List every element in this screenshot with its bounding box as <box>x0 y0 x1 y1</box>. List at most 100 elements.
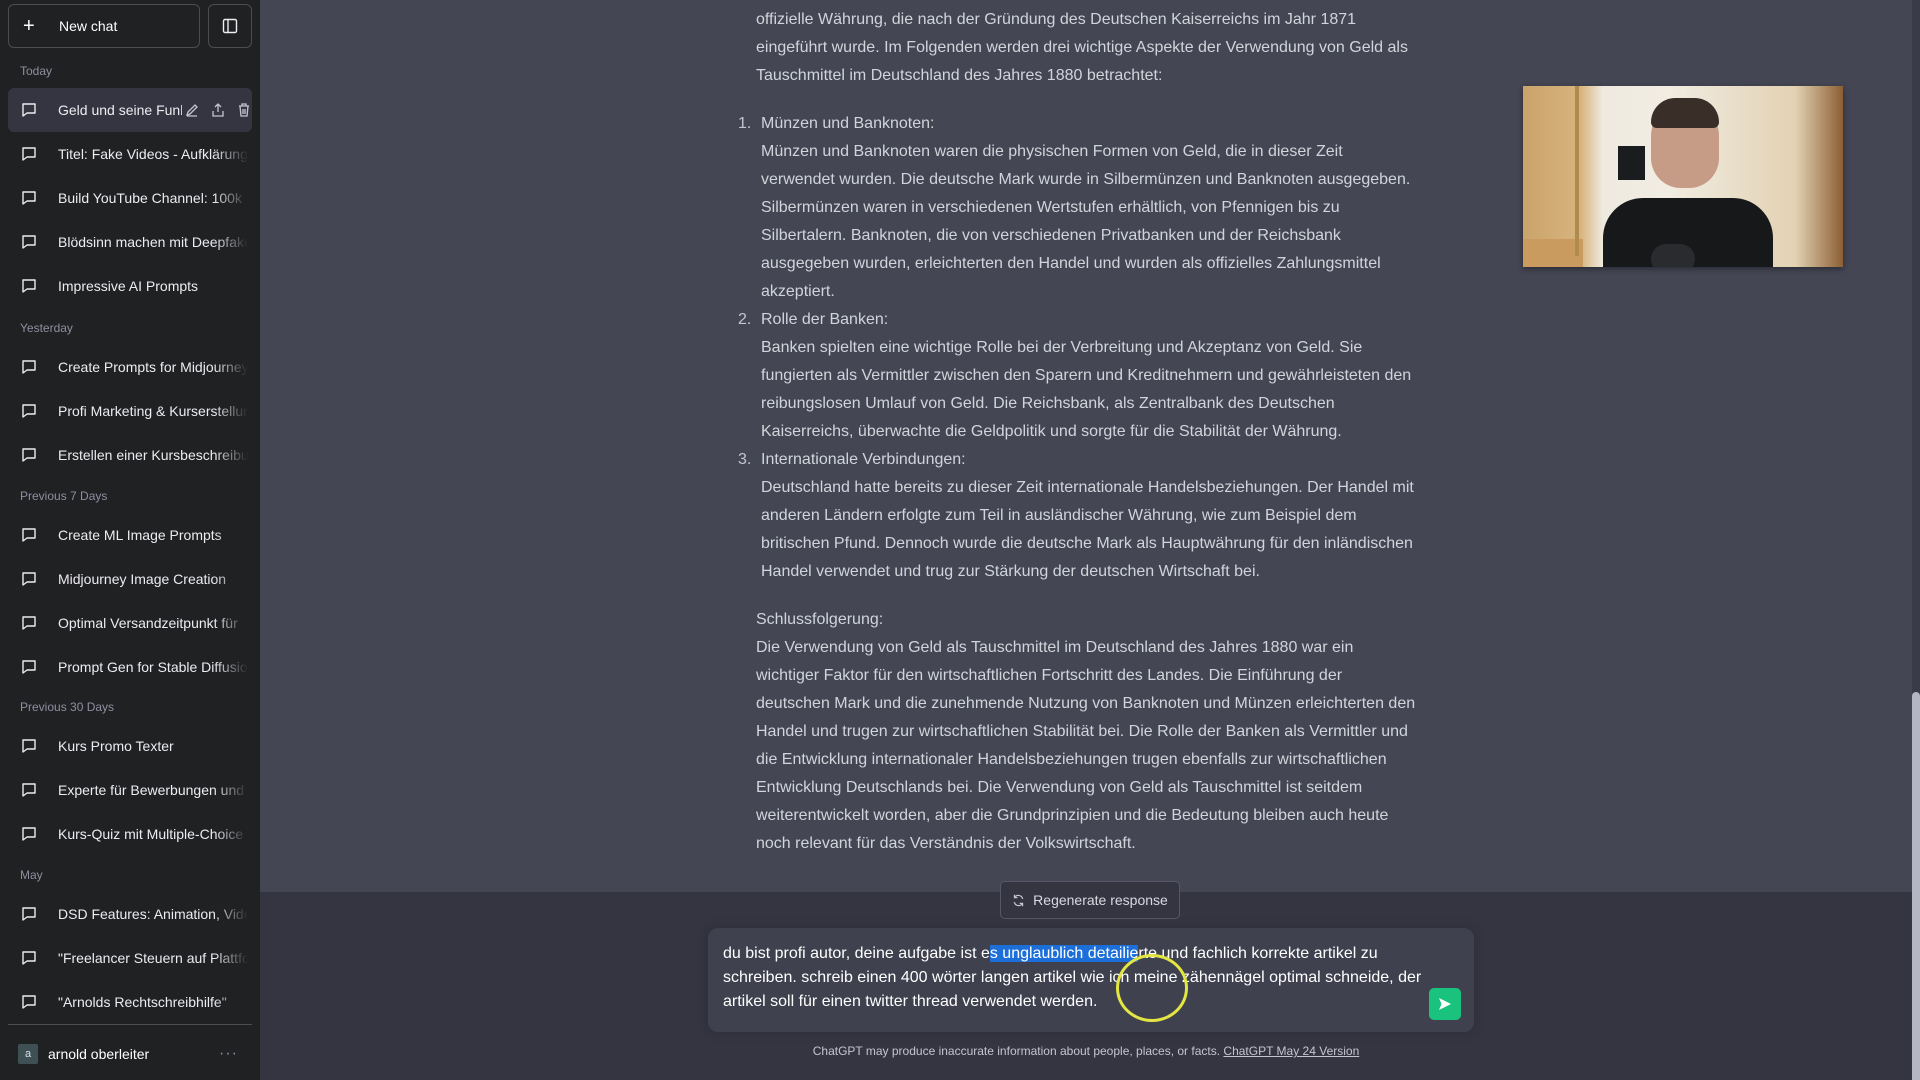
chat-title: Prompt Gen for Stable Diffusion <box>58 659 248 675</box>
list-item: 1. Münzen und Banknoten: Münzen und Bank… <box>738 110 1416 306</box>
chat-bubble-icon <box>20 402 38 420</box>
chat-bubble-icon <box>20 101 38 119</box>
sidebar-divider <box>8 1024 252 1025</box>
chat-history-item[interactable]: Build YouTube Channel: 100k <box>8 176 252 220</box>
sidebar-toggle-icon <box>222 18 238 34</box>
chat-title: Optimal Versandzeitpunkt für <box>58 615 238 631</box>
conclusion-heading: Schlussfolgerung: <box>756 611 884 628</box>
list-item: 2. Rolle der Banken: Banken spielten ein… <box>738 306 1416 446</box>
section-label: Previous 30 Days <box>20 700 115 714</box>
conclusion-text: Die Verwendung von Geld als Tauschmittel… <box>756 639 1416 852</box>
chat-history-item[interactable]: Experte für Bewerbungen und <box>8 768 252 812</box>
chat-bubble-icon <box>20 358 38 376</box>
list-number: 3. <box>738 451 752 468</box>
footer-disclaimer: ChatGPT may produce inaccurate informati… <box>260 1044 1912 1058</box>
chat-bubble-icon <box>20 658 38 676</box>
send-icon <box>1439 998 1451 1010</box>
message-input-text[interactable]: du bist profi autor, deine aufgabe ist e… <box>723 942 1423 1014</box>
chat-title: Geld und seine Funktion <box>58 102 182 118</box>
assistant-message: offizielle Währung, die nach der Gründun… <box>738 6 1416 858</box>
chat-bubble-icon <box>20 737 38 755</box>
avatar: a <box>18 1044 38 1064</box>
more-options-icon[interactable]: ··· <box>219 1045 238 1063</box>
chat-history-item[interactable]: "Arnolds Rechtschreibhilfe" <box>8 980 252 1024</box>
chat-history-item[interactable]: Midjourney Image Creation <box>8 557 252 601</box>
scrollbar-thumb[interactable] <box>1912 692 1920 1080</box>
chat-history-item[interactable]: Impressive AI Prompts <box>8 264 252 308</box>
chat-bubble-icon <box>20 993 38 1011</box>
chat-history-item[interactable]: Create ML Image Prompts <box>8 513 252 557</box>
chat-title: Create Prompts for Midjourney <box>58 359 248 375</box>
section-label: Today <box>20 64 53 78</box>
chat-bubble-icon <box>20 145 38 163</box>
sidebar: + New chat Today Geld und seine Funktion T… <box>0 0 260 1080</box>
send-button[interactable] <box>1429 988 1461 1020</box>
user-menu[interactable]: a arnold oberleiter ··· <box>8 1036 252 1072</box>
chat-bubble-icon <box>20 189 38 207</box>
chat-history-item[interactable]: Blödsinn machen mit Deepfakes <box>8 220 252 264</box>
chat-history-item[interactable]: Geld und seine Funktion <box>8 88 252 132</box>
chat-history-item[interactable]: Optimal Versandzeitpunkt für <box>8 601 252 645</box>
list-item: 3. Internationale Verbindungen: Deutschl… <box>738 446 1416 586</box>
chat-title: Profi Marketing & Kurserstellung <box>58 403 248 419</box>
regenerate-response-button[interactable]: Regenerate response <box>1000 881 1180 919</box>
delete-icon[interactable] <box>236 102 252 118</box>
list-body: Deutschland hatte bereits zu dieser Zeit… <box>761 479 1414 580</box>
chat-history-item[interactable]: Erstellen einer Kursbeschreibung <box>8 433 252 477</box>
chat-history-item[interactable]: Kurs-Quiz mit Multiple-Choice <box>8 812 252 856</box>
list-heading: Münzen und Banknoten: <box>761 115 935 132</box>
message-intro: offizielle Währung, die nach der Gründun… <box>756 11 1408 84</box>
chat-bubble-icon <box>20 614 38 632</box>
chat-history-item[interactable]: Prompt Gen for Stable Diffusion <box>8 645 252 689</box>
chat-title: DSD Features: Animation, Video <box>58 906 248 922</box>
webcam-overlay <box>1523 86 1843 267</box>
list-heading: Rolle der Banken: <box>761 311 889 328</box>
chat-bubble-icon <box>20 781 38 799</box>
section-label: May <box>20 868 43 882</box>
chat-history-item[interactable]: Kurs Promo Texter <box>8 724 252 768</box>
chat-history-item[interactable]: Create Prompts for Midjourney <box>8 345 252 389</box>
new-chat-button[interactable]: + New chat <box>8 4 200 48</box>
plus-icon: + <box>23 15 35 37</box>
chat-title: Titel: Fake Videos - Aufklärung <box>58 146 248 162</box>
edit-icon[interactable] <box>184 102 200 118</box>
refresh-icon <box>1014 894 1024 906</box>
new-chat-label: New chat <box>59 18 118 34</box>
chat-bubble-icon <box>20 446 38 464</box>
input-text-selection: s unglaublich detailie <box>989 945 1139 962</box>
list-heading: Internationale Verbindungen: <box>761 451 966 468</box>
chat-title: "Arnolds Rechtschreibhilfe" <box>58 994 227 1010</box>
chat-history-item[interactable]: "Freelancer Steuern auf Plattform <box>8 936 252 980</box>
user-name: arnold oberleiter <box>48 1046 150 1062</box>
chat-title: Kurs Promo Texter <box>58 738 174 754</box>
chat-title: Blödsinn machen mit Deepfakes <box>58 234 248 250</box>
chat-title: Experte für Bewerbungen und <box>58 782 245 798</box>
chat-history-item[interactable]: DSD Features: Animation, Video <box>8 892 252 936</box>
section-label: Yesterday <box>20 321 73 335</box>
chat-title: Erstellen einer Kursbeschreibung <box>58 447 248 463</box>
section-label: Previous 7 Days <box>20 489 108 503</box>
chat-bubble-icon <box>20 277 38 295</box>
chat-title: Build YouTube Channel: 100k <box>58 190 242 206</box>
chat-title: Impressive AI Prompts <box>58 278 199 294</box>
chat-bubble-icon <box>20 526 38 544</box>
chat-title: Midjourney Image Creation <box>58 571 227 587</box>
list-number: 1. <box>738 115 752 132</box>
share-icon[interactable] <box>210 102 226 118</box>
regenerate-label: Regenerate response <box>1033 892 1168 908</box>
toggle-sidebar-button[interactable] <box>208 4 252 48</box>
message-input[interactable]: du bist profi autor, deine aufgabe ist e… <box>708 928 1474 1032</box>
version-link[interactable]: ChatGPT May 24 Version <box>1223 1044 1359 1058</box>
chat-bubble-icon <box>20 949 38 967</box>
chat-bubble-icon <box>20 233 38 251</box>
chat-history-item[interactable]: Titel: Fake Videos - Aufklärung <box>8 132 252 176</box>
chat-title: Kurs-Quiz mit Multiple-Choice <box>58 826 244 842</box>
list-body: Münzen und Banknoten waren die physische… <box>761 143 1411 300</box>
list-number: 2. <box>738 311 752 328</box>
chat-history-item[interactable]: Profi Marketing & Kurserstellung <box>8 389 252 433</box>
message-list: 1. Münzen und Banknoten: Münzen und Bank… <box>738 110 1416 586</box>
disclaimer-text: ChatGPT may produce inaccurate informati… <box>812 1044 1224 1058</box>
input-text-before: du bist profi autor, deine aufgabe ist e <box>723 945 990 962</box>
list-body: Banken spielten eine wichtige Rolle bei … <box>761 339 1412 440</box>
chat-title: "Freelancer Steuern auf Plattform <box>58 950 248 966</box>
